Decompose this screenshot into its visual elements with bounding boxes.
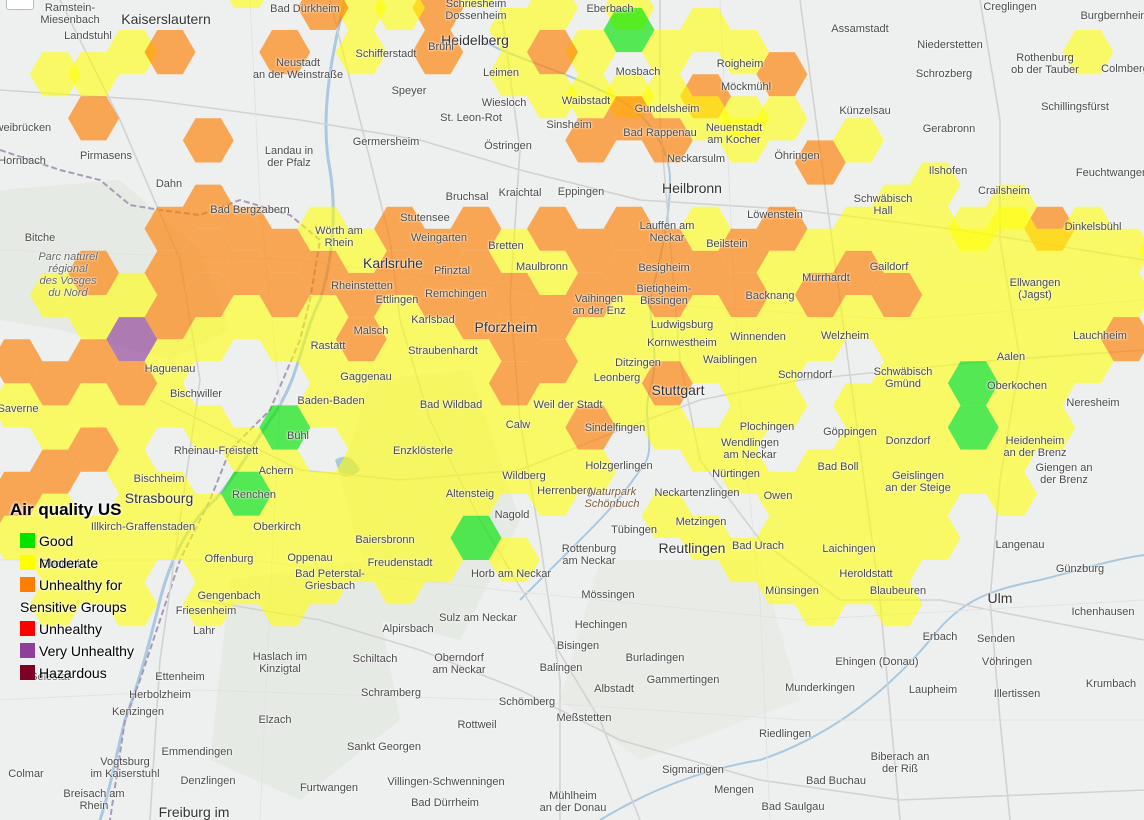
legend-label-unhealthy: Unhealthy [39,621,103,637]
legend-item-moderate: Moderate [20,554,178,572]
legend-label-usg: Unhealthy for [39,577,123,593]
legend-item-good: Good [20,532,178,550]
legend-label-moderate: Moderate [39,555,99,571]
legend-title: Air quality US [10,500,122,519]
legend-label-usg-cont: Sensitive Groups [20,599,127,615]
legend-swatch-hazardous [20,665,35,680]
legend-swatch-good [20,533,35,548]
legend-swatch-very-unhealthy [20,643,35,658]
legend-swatch-moderate [20,555,35,570]
legend-swatch-usg [20,577,35,592]
legend-label-good: Good [39,533,74,549]
legend-item-usg: Unhealthy for [20,576,178,594]
legend-item-very-unhealthy: Very Unhealthy [20,642,178,660]
legend-item-unhealthy: Unhealthy [20,620,178,638]
map-canvas[interactable] [0,0,1144,820]
zoom-control[interactable] [6,0,34,10]
legend: Air quality US Good Moderate Unhealthy f… [8,500,178,686]
legend-item-hazardous: Hazardous [20,664,178,682]
legend-swatch-unhealthy [20,621,35,636]
legend-label-hazardous: Hazardous [39,665,107,681]
legend-label-very-unhealthy: Very Unhealthy [39,643,134,659]
